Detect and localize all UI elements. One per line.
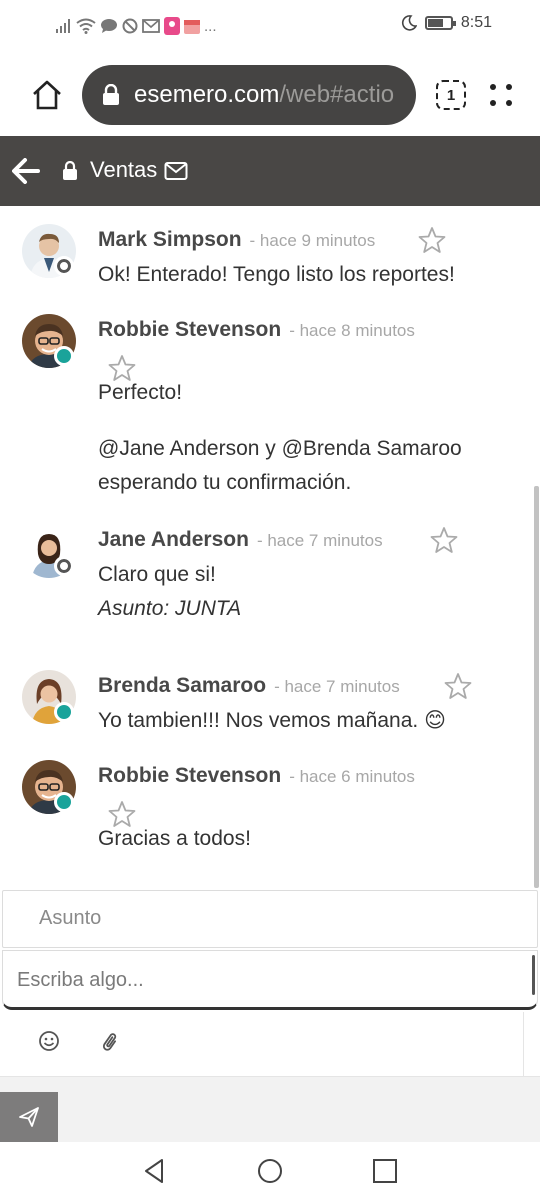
author-name[interactable]: Robbie Stevenson bbox=[98, 318, 281, 341]
message-text: Ok! Enterado! Tengo listo los reportes! bbox=[98, 263, 455, 286]
channel-title: Ventas bbox=[90, 157, 158, 182]
send-bar bbox=[0, 1076, 540, 1142]
author-name[interactable]: Jane Anderson bbox=[98, 528, 249, 551]
message-body: Claro que si! Asunto: JUNTA bbox=[98, 558, 518, 626]
presence-offline-indicator bbox=[54, 256, 74, 276]
private-channel-lock-icon bbox=[63, 161, 77, 180]
message-item: Mark Simpson - hace 9 minutos Ok! Enterad… bbox=[0, 224, 530, 304]
message-timestamp: - hace 8 minutos bbox=[289, 321, 415, 340]
system-navigation-bar bbox=[0, 1142, 540, 1200]
mail-icon bbox=[142, 19, 160, 33]
presence-offline-indicator bbox=[54, 556, 74, 576]
more-notifications: ... bbox=[204, 17, 217, 35]
nav-back-icon[interactable] bbox=[140, 1156, 170, 1186]
signal-icon bbox=[56, 19, 70, 33]
thread-scrollbar[interactable] bbox=[534, 486, 539, 888]
message-text: Gracias a todos! bbox=[98, 827, 251, 850]
paperclip-icon[interactable] bbox=[100, 1030, 122, 1052]
message-body: Perfecto! @Jane Anderson y @Brenda Samar… bbox=[98, 376, 518, 500]
avatar[interactable] bbox=[22, 524, 76, 578]
subject-input[interactable]: Asunto bbox=[2, 890, 538, 948]
battery-icon bbox=[424, 16, 456, 30]
channel-email-icon[interactable] bbox=[164, 161, 188, 181]
message-input[interactable]: Escriba algo... bbox=[2, 950, 538, 1010]
emoji-icon[interactable] bbox=[38, 1030, 60, 1052]
composer-toolbar bbox=[2, 1012, 524, 1076]
url-path: /web#actio bbox=[279, 81, 395, 108]
chat-icon bbox=[101, 19, 117, 33]
message-text: esperando tu confirmación. bbox=[98, 471, 352, 494]
send-button[interactable] bbox=[0, 1092, 58, 1142]
tab-switcher-button[interactable]: 1 bbox=[436, 80, 466, 110]
author-name[interactable]: Robbie Stevenson bbox=[98, 764, 281, 787]
message-body: Yo tambien!!! Nos vemos mañana. 😊 bbox=[98, 704, 518, 738]
avatar[interactable] bbox=[22, 224, 76, 278]
message-text: Perfecto! bbox=[98, 381, 183, 404]
message-timestamp: - hace 9 minutos bbox=[249, 231, 376, 250]
message-item: Brenda Samaroo - hace 7 minutos Yo tambie… bbox=[0, 670, 530, 750]
channel-header: Ventas bbox=[0, 136, 540, 206]
presence-online-indicator bbox=[54, 792, 74, 812]
message-item: Robbie Stevenson - hace 8 minutos Perfect… bbox=[0, 314, 530, 504]
star-icon[interactable] bbox=[418, 226, 446, 254]
message-timestamp: - hace 7 minutos bbox=[274, 677, 400, 696]
message-text: Claro que si! bbox=[98, 563, 216, 586]
home-icon[interactable] bbox=[30, 78, 64, 112]
browser-toolbar: esemero.com/web#actio 1 bbox=[0, 52, 540, 136]
url-host: esemero.com bbox=[134, 81, 280, 108]
lock-icon bbox=[103, 84, 119, 105]
back-arrow-icon[interactable] bbox=[12, 158, 40, 184]
message-thread[interactable]: Mark Simpson - hace 9 minutos Ok! Enterad… bbox=[0, 206, 540, 888]
wifi-icon bbox=[76, 18, 96, 34]
message-text: @Jane Anderson y @Brenda Samaroo bbox=[98, 437, 462, 460]
message-text: Yo tambien!!! Nos vemos mañana. 😊 bbox=[98, 709, 446, 732]
paper-plane-icon bbox=[19, 1107, 39, 1127]
message-item: Jane Anderson - hace 7 minutos Claro que … bbox=[0, 524, 530, 634]
message-composer: Asunto Escriba algo... bbox=[0, 888, 540, 1080]
message-body: Gracias a todos! bbox=[98, 822, 518, 856]
browser-menu-icon[interactable] bbox=[488, 82, 516, 110]
avatar[interactable] bbox=[22, 314, 76, 368]
nav-home-icon[interactable] bbox=[255, 1156, 285, 1186]
message-subject: Asunto: JUNTA bbox=[98, 597, 242, 620]
author-name[interactable]: Brenda Samaroo bbox=[98, 674, 266, 697]
message-item: Robbie Stevenson - hace 6 minutos Gracias… bbox=[0, 760, 530, 880]
message-body: Ok! Enterado! Tengo listo los reportes! bbox=[98, 258, 518, 292]
address-bar[interactable]: esemero.com/web#actio bbox=[82, 65, 416, 125]
block-icon bbox=[122, 18, 138, 34]
message-timestamp: - hace 6 minutos bbox=[289, 767, 415, 786]
presence-online-indicator bbox=[54, 346, 74, 366]
calendar-icon bbox=[184, 20, 200, 34]
author-name[interactable]: Mark Simpson bbox=[98, 228, 242, 251]
nav-recents-icon[interactable] bbox=[370, 1156, 400, 1186]
star-icon[interactable] bbox=[444, 672, 472, 700]
status-icons: ... bbox=[56, 14, 217, 38]
moon-icon bbox=[401, 15, 417, 31]
message-timestamp: - hace 7 minutos bbox=[256, 531, 383, 550]
avatar[interactable] bbox=[22, 670, 76, 724]
location-icon bbox=[164, 17, 180, 35]
avatar[interactable] bbox=[22, 760, 76, 814]
clock: 8:51 bbox=[460, 14, 492, 31]
status-bar: ... 8:51 bbox=[0, 0, 540, 52]
presence-online-indicator bbox=[54, 702, 74, 722]
star-icon[interactable] bbox=[430, 526, 458, 554]
